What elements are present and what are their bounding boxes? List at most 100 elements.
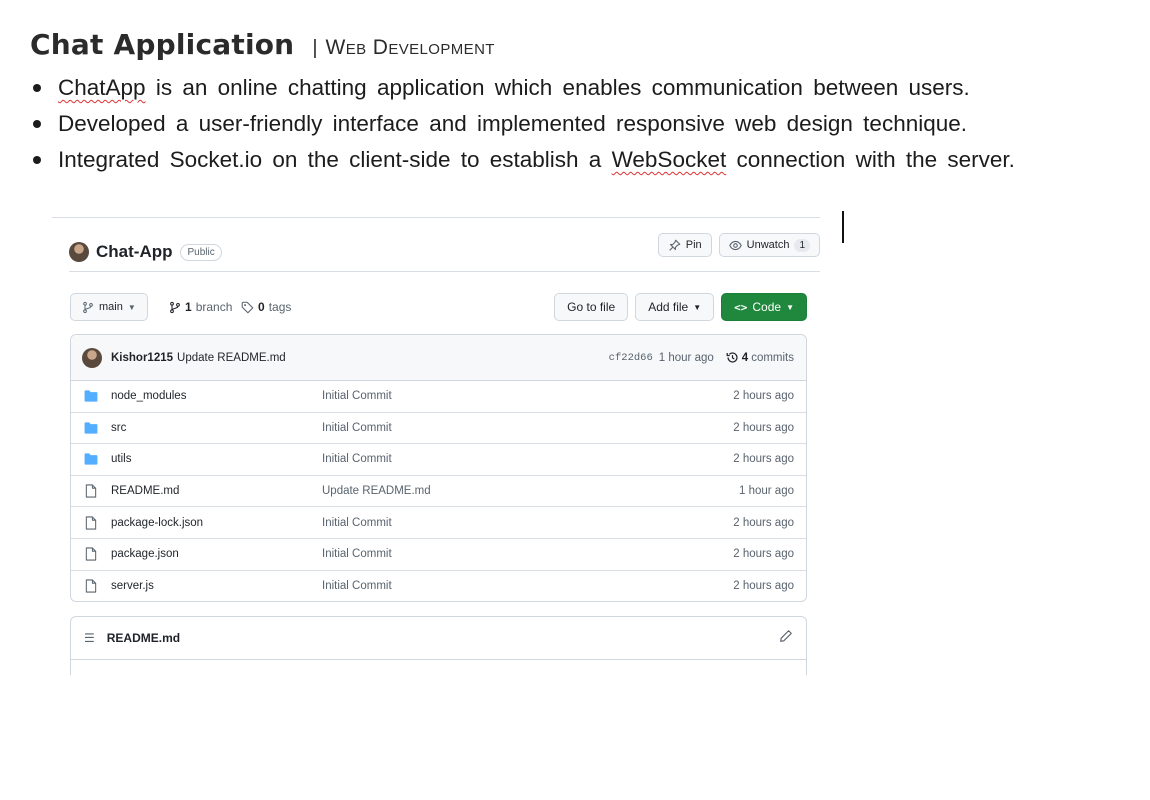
file-icon xyxy=(85,579,97,593)
unwatch-button[interactable]: Unwatch 1 xyxy=(718,233,820,257)
bullet-text: Developed a user-friendly interface and … xyxy=(58,111,968,136)
visibility-badge: Public xyxy=(180,243,222,261)
avatar[interactable] xyxy=(82,347,102,368)
file-icon-wrap xyxy=(84,547,98,561)
file-commit-message[interactable]: Initial Commit xyxy=(322,548,392,560)
file-icon-wrap xyxy=(84,579,98,593)
file-name[interactable]: src xyxy=(111,422,126,434)
code-button[interactable]: <> Code ▼ xyxy=(721,293,807,321)
avatar[interactable] xyxy=(69,242,89,262)
file-commit-message[interactable]: Update README.md xyxy=(322,485,431,497)
file-table: Kishor1215 Update README.md cf22d66 1 ho… xyxy=(70,334,807,602)
readme-title[interactable]: README.md xyxy=(107,631,180,645)
git-branch-icon xyxy=(83,301,93,313)
bullet-item: Integrated Socket.io on the client-side … xyxy=(33,142,1015,178)
add-file-button[interactable]: Add file ▼ xyxy=(635,293,715,321)
bullet-item: Developed a user-friendly interface and … xyxy=(33,106,1015,142)
file-icon xyxy=(85,547,97,561)
table-row[interactable]: node_modules Initial Commit 2 hours ago xyxy=(71,381,806,413)
file-rows: node_modules Initial Commit 2 hours ago src… xyxy=(71,381,806,601)
code-label: Code xyxy=(752,300,782,314)
title-separator: | xyxy=(312,37,318,59)
branch-count: 1 xyxy=(185,300,192,314)
branch-name: main xyxy=(99,301,123,313)
bullet-text-after: connection with the server. xyxy=(726,147,1015,172)
commit-sha[interactable]: cf22d66 xyxy=(609,352,653,364)
document-title: Chat Application xyxy=(30,28,295,61)
bullet-dot xyxy=(33,84,41,92)
bullet-item: ChatApp is an online chatting applicatio… xyxy=(33,70,1015,106)
bullet-text-rest: is an online chatting application which … xyxy=(145,75,970,100)
commit-message[interactable]: Update README.md xyxy=(177,352,286,364)
file-name[interactable]: node_modules xyxy=(111,390,186,402)
tag-icon xyxy=(241,301,254,313)
spellcheck-word: ChatApp xyxy=(58,75,146,100)
folder-icon-wrap xyxy=(84,422,98,434)
file-commit-message[interactable]: Initial Commit xyxy=(322,453,392,465)
commit-author[interactable]: Kishor1215 xyxy=(111,352,173,364)
file-time: 2 hours ago xyxy=(733,580,794,593)
file-name[interactable]: package.json xyxy=(111,548,179,560)
table-row[interactable]: package-lock.json Initial Commit 2 hours a… xyxy=(71,507,806,539)
commit-meta: cf22d66 1 hour ago 4 commits xyxy=(609,351,794,364)
code-icon: <> xyxy=(734,300,748,314)
repo-toolbar: main ▼ 1 branch 0 tags Go to file Add fi… xyxy=(70,293,807,321)
file-name[interactable]: README.md xyxy=(111,485,179,497)
file-icon-wrap xyxy=(84,484,98,498)
file-actions: Go to file Add file ▼ <> Code ▼ xyxy=(554,293,807,321)
spellcheck-word: WebSocket xyxy=(611,147,727,172)
table-row[interactable]: utils Initial Commit 2 hours ago xyxy=(71,444,806,476)
file-time: 2 hours ago xyxy=(733,453,794,466)
bullet-dot xyxy=(33,156,41,164)
bullet-text: ChatApp is an online chatting applicatio… xyxy=(58,75,970,101)
commit-count: 4 xyxy=(741,351,749,364)
go-to-file-button[interactable]: Go to file xyxy=(554,293,629,321)
pin-label: Pin xyxy=(685,239,702,251)
branch-select[interactable]: main ▼ xyxy=(70,293,148,321)
file-icon-wrap xyxy=(84,516,98,530)
repo-name[interactable]: Chat-App xyxy=(96,242,172,262)
file-time: 1 hour ago xyxy=(739,485,794,498)
bullet-list: ChatApp is an online chatting applicatio… xyxy=(33,70,1015,178)
file-commit-message[interactable]: Initial Commit xyxy=(322,580,392,592)
folder-icon xyxy=(84,422,98,434)
table-row[interactable]: package.json Initial Commit 2 hours ago xyxy=(71,539,806,571)
list-icon[interactable]: ☰ xyxy=(84,631,95,645)
file-name[interactable]: utils xyxy=(111,453,131,465)
latest-commit-bar: Kishor1215 Update README.md cf22d66 1 ho… xyxy=(71,335,806,381)
file-commit-message[interactable]: Initial Commit xyxy=(322,517,392,529)
repo-header: Chat-App Public Pin Unwatch 1 xyxy=(69,233,820,271)
file-time: 2 hours ago xyxy=(733,421,794,434)
chevron-down-icon: ▼ xyxy=(786,302,794,312)
branches-link[interactable]: 1 branch xyxy=(169,293,232,321)
file-time: 2 hours ago xyxy=(733,390,794,403)
add-file-label: Add file xyxy=(648,300,689,314)
bullet-text-before: Integrated Socket.io on the client-side … xyxy=(58,147,612,172)
tags-link[interactable]: 0 tags xyxy=(241,293,291,321)
document-header: Chat Application | Web Development xyxy=(30,28,495,61)
table-row[interactable]: README.md Update README.md 1 hour ago xyxy=(71,476,806,508)
branch-word: branch xyxy=(195,300,233,314)
text-cursor xyxy=(842,211,844,243)
pin-button[interactable]: Pin xyxy=(657,233,712,257)
chevron-down-icon: ▼ xyxy=(693,302,702,312)
file-commit-message[interactable]: Initial Commit xyxy=(322,390,392,402)
file-commit-message[interactable]: Initial Commit xyxy=(322,422,392,434)
tag-count: 0 xyxy=(258,300,265,314)
commits-link[interactable]: 4 commits xyxy=(726,351,794,364)
folder-icon xyxy=(84,453,98,466)
folder-icon-wrap xyxy=(84,390,98,402)
file-name[interactable]: server.js xyxy=(111,580,154,592)
table-row[interactable]: server.js Initial Commit 2 hours ago xyxy=(71,571,806,601)
folder-icon-wrap xyxy=(84,453,98,466)
divider xyxy=(52,217,820,218)
commit-time: 1 hour ago xyxy=(658,351,714,364)
table-row[interactable]: src Initial Commit 2 hours ago xyxy=(71,413,806,445)
watch-count: 1 xyxy=(794,238,810,252)
history-icon xyxy=(726,352,738,363)
file-name[interactable]: package-lock.json xyxy=(111,517,203,529)
document-subtitle: Web Development xyxy=(325,36,495,59)
commit-count-word: commits xyxy=(751,351,794,364)
file-icon xyxy=(85,484,97,498)
pencil-icon[interactable] xyxy=(779,629,793,643)
